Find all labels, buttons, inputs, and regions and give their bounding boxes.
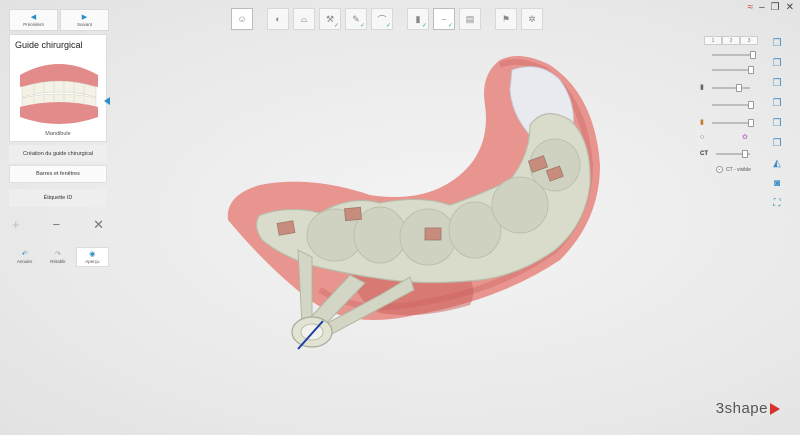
workflow-toolbar: ☺ ◐ ⌓ ⚒ ✓ ✎ ✓ ⌒ ✓ ▮ ✓ ⌣ ✓ ▤ ⚑ ✲ bbox=[231, 8, 543, 30]
previous-button[interactable]: ◀ Précédent bbox=[9, 9, 58, 31]
settings-icon: ✲ bbox=[528, 13, 536, 24]
scan-icon: ◐ bbox=[275, 14, 281, 24]
patient-icon: ☺ bbox=[237, 14, 247, 24]
circle-icon: ○ bbox=[700, 134, 705, 141]
remove-icon[interactable]: − bbox=[53, 218, 61, 231]
surgical-guide-3d-view[interactable] bbox=[200, 45, 620, 365]
history-actions: ↶ Annuler ↷ Rétablir ◉ Aperçu bbox=[9, 247, 109, 267]
ct-label: CT bbox=[700, 151, 708, 157]
logo-triangle-icon bbox=[770, 402, 780, 415]
camera-icon[interactable]: ◙ bbox=[771, 177, 783, 190]
layer-tabs: 1 2 3 bbox=[704, 36, 758, 45]
step-bars-windows[interactable]: Barres et fenêtres bbox=[9, 165, 107, 183]
view-tools: ❐ ❐ ❐ ❐ ❐ ❐ ◭ ◙ ⛶ bbox=[771, 37, 783, 210]
view-back-icon[interactable]: ❐ bbox=[771, 57, 783, 70]
wizard-navigation: ◀ Précédent ▶ Suivant bbox=[9, 9, 109, 31]
arrow-left-icon: ◀ bbox=[30, 13, 37, 21]
tool-settings[interactable]: ✲ bbox=[521, 8, 543, 30]
tool-nerve[interactable]: ✎ ✓ bbox=[345, 8, 367, 30]
redo-button[interactable]: ↷ Rétablir bbox=[42, 247, 73, 267]
fit-view-icon[interactable]: ⛶ bbox=[771, 197, 783, 210]
layer-tab-2[interactable]: 2 bbox=[722, 36, 740, 45]
nerve-icon: ✎ bbox=[352, 13, 360, 24]
tool-model[interactable]: ⌓ bbox=[293, 8, 315, 30]
view-right-icon[interactable]: ❐ bbox=[771, 97, 783, 110]
check-icon: ✓ bbox=[359, 23, 365, 29]
report-icon: ▤ bbox=[465, 13, 475, 24]
tool-export[interactable]: ⚑ bbox=[495, 8, 517, 30]
minimize-icon[interactable]: – bbox=[759, 3, 765, 13]
tool-guide[interactable]: ⌣ ✓ bbox=[433, 8, 455, 30]
add-icon[interactable]: + bbox=[12, 218, 20, 231]
tool-crown[interactable]: ⌒ ✓ bbox=[371, 8, 393, 30]
view-front-icon[interactable]: ❐ bbox=[771, 37, 783, 50]
step-panel: Guide chirurgical Mandibule bbox=[9, 34, 110, 142]
slider-implant[interactable]: ▮ bbox=[700, 83, 750, 93]
slider-model[interactable] bbox=[700, 65, 754, 75]
slider-ct[interactable]: CT bbox=[700, 149, 750, 159]
step-id-label[interactable]: Étiquette ID bbox=[9, 189, 107, 207]
step-create-guide[interactable]: Création du guide chirurgical bbox=[9, 145, 107, 163]
view-bottom-icon[interactable]: ❐ bbox=[771, 137, 783, 150]
align-icon: ⚒ bbox=[325, 13, 335, 24]
jaw-selector-arrow[interactable] bbox=[104, 97, 110, 105]
check-icon: ✓ bbox=[447, 23, 453, 29]
color-row[interactable]: ○ ✿ bbox=[700, 133, 750, 143]
check-icon: ✓ bbox=[333, 23, 339, 29]
check-icon: ✓ bbox=[421, 23, 427, 29]
edit-tools: + − ✕ bbox=[12, 218, 104, 231]
preview-button[interactable]: ◉ Aperçu bbox=[75, 247, 109, 267]
jaw-label: Mandibule bbox=[45, 131, 71, 137]
close-icon[interactable]: ✕ bbox=[786, 3, 794, 13]
drill-layer-icon: ▮ bbox=[700, 119, 704, 126]
redo-icon: ↷ bbox=[55, 250, 61, 258]
jaw-preview[interactable] bbox=[14, 57, 104, 129]
eye-icon: ◉ bbox=[89, 250, 96, 258]
color-wheel-icon: ✿ bbox=[742, 134, 748, 141]
undo-button[interactable]: ↶ Annuler bbox=[9, 247, 40, 267]
implant-layer-icon: ▮ bbox=[700, 84, 704, 91]
ct-visible-toggle[interactable]: ⌄ CT - visible bbox=[716, 166, 751, 173]
tool-implant[interactable]: ▮ ✓ bbox=[407, 8, 429, 30]
restore-icon[interactable]: ❐ bbox=[771, 3, 780, 13]
check-icon: ✓ bbox=[385, 23, 391, 29]
undo-icon: ↶ bbox=[21, 250, 28, 258]
view-left-icon[interactable]: ❐ bbox=[771, 77, 783, 90]
tool-patient[interactable]: ☺ bbox=[231, 8, 253, 30]
delete-icon[interactable]: ✕ bbox=[93, 218, 104, 231]
panel-title: Guide chirurgical bbox=[15, 40, 83, 50]
tool-align[interactable]: ⚒ ✓ bbox=[319, 8, 341, 30]
layer-tab-3[interactable]: 3 bbox=[740, 36, 758, 45]
window-controls: ≈ – ❐ ✕ bbox=[748, 3, 794, 13]
network-icon: ≈ bbox=[747, 2, 754, 13]
person-export-icon: ⚑ bbox=[501, 13, 511, 24]
slider-drill[interactable]: ▮ bbox=[700, 118, 754, 128]
guide-icon: ⌣ bbox=[441, 13, 447, 24]
tool-scan[interactable]: ◐ bbox=[267, 8, 289, 30]
layer-tab-1[interactable]: 1 bbox=[704, 36, 722, 45]
model-icon: ⌓ bbox=[300, 13, 308, 24]
view-top-icon[interactable]: ❐ bbox=[771, 117, 783, 130]
implant-icon: ▮ bbox=[415, 13, 421, 24]
denture-thumbnail-image bbox=[20, 64, 98, 124]
tool-report[interactable]: ▤ bbox=[459, 8, 481, 30]
brand-logo: 3shape bbox=[716, 400, 780, 417]
next-button[interactable]: ▶ Suivant bbox=[60, 9, 109, 31]
screenshot-icon[interactable]: ◭ bbox=[771, 157, 783, 170]
slider-bag[interactable] bbox=[700, 50, 756, 60]
slider-sleeve[interactable] bbox=[700, 100, 754, 110]
arrow-right-icon: ▶ bbox=[81, 13, 88, 21]
chevron-down-icon: ⌄ bbox=[716, 166, 723, 173]
